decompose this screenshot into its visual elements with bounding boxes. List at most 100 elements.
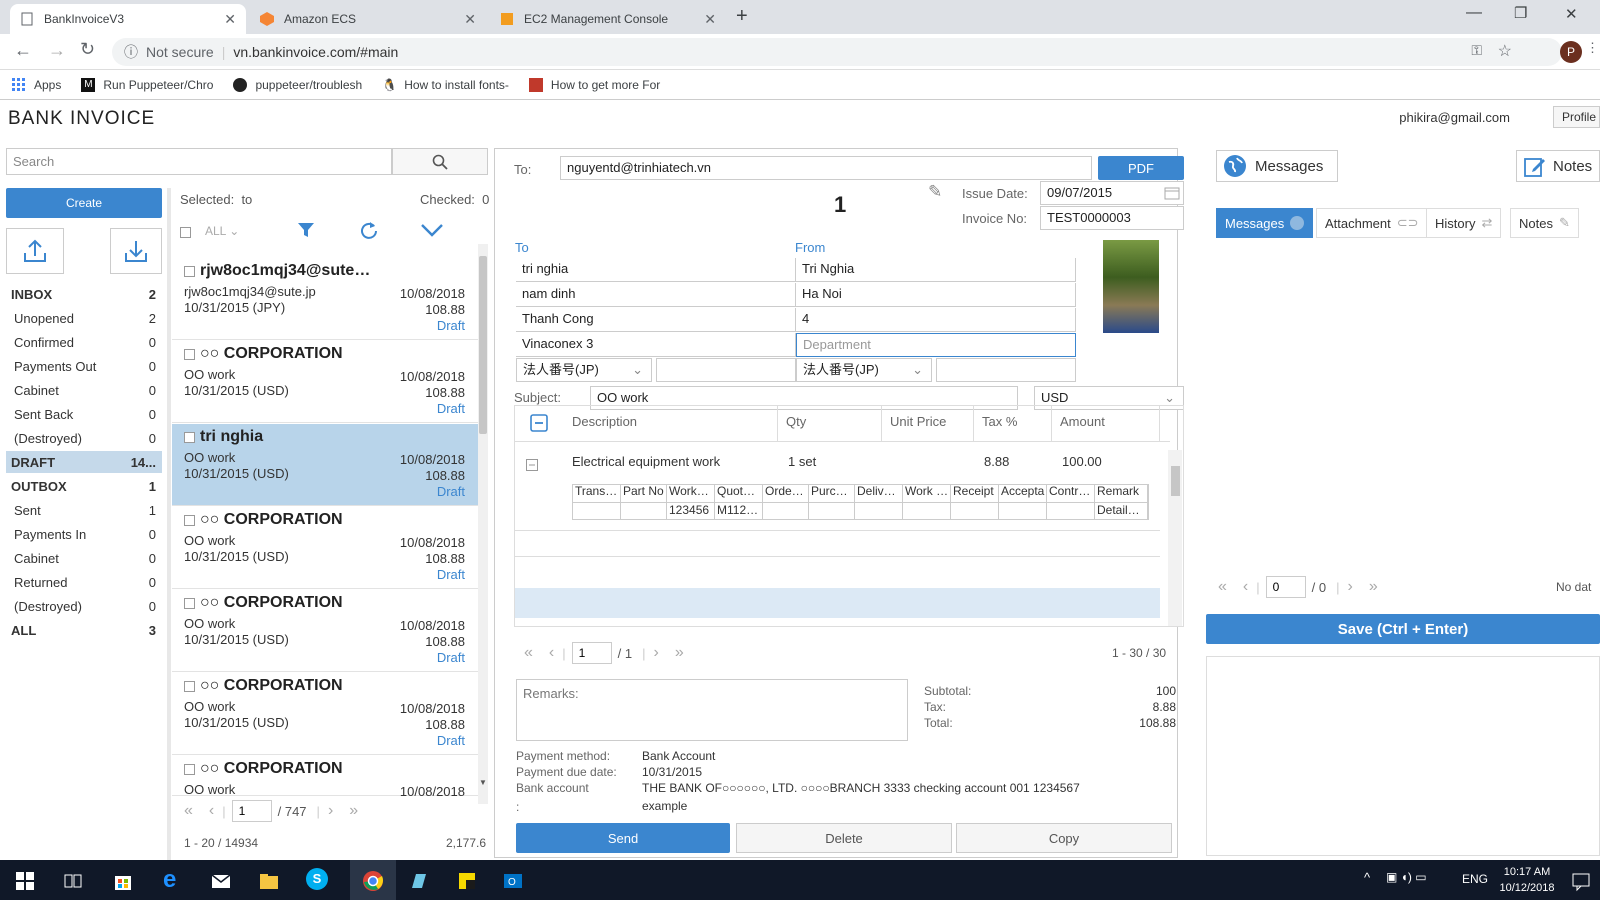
file-explorer-icon[interactable] [258,870,280,892]
skype-icon[interactable]: S [306,868,328,890]
window-close-icon[interactable]: ✕ [1565,5,1578,23]
line-tax[interactable]: 8.88 [984,454,1009,469]
from-department-field[interactable]: Department [796,333,1076,357]
tab-bankinvoice[interactable]: BankInvoiceV3 ✕ [10,4,246,34]
corporate-number-select[interactable]: 法人番号(JP) ⌄ [796,358,932,382]
detail-cell[interactable] [951,502,999,520]
from-address-line[interactable]: 4 [796,308,1076,332]
detail-column-header[interactable]: Orde… [763,484,809,502]
first-page-icon[interactable]: « [524,644,533,662]
from-address-line[interactable]: Tri Nghia [796,258,1076,282]
items-page-input[interactable] [571,642,612,664]
row-checkbox[interactable] [184,515,195,526]
tray-icons[interactable]: ▣ ◖) ▭ [1386,870,1427,884]
to-address-line[interactable]: Thanh Cong [516,308,796,332]
column-header-unit-price[interactable]: Unit Price [882,405,974,441]
folder-item[interactable]: DRAFT 14... [6,451,162,473]
prev-page-icon[interactable]: ‹ [1243,578,1248,596]
row-checkbox[interactable] [184,764,195,775]
invoice-list-item[interactable]: ○○ CORPORATION OO work 10/31/2015 (USD) 10/… [172,673,487,755]
last-page-icon[interactable]: » [1369,578,1378,596]
tab-notes[interactable]: Notes ✎ [1510,208,1579,238]
tab-history[interactable]: History ⇄ [1426,208,1502,238]
row-checkbox[interactable] [184,598,195,609]
last-page-icon[interactable]: » [349,802,358,820]
invoice-list-item[interactable]: rjw8oc1mqj34@sute… rjw8oc1mqj34@sute.jp 10… [172,258,487,340]
search-input[interactable]: Search [6,148,392,175]
notes-button[interactable]: Notes [1516,150,1600,182]
invoice-no-field[interactable]: TEST0000003 [1040,206,1184,230]
folder-item[interactable]: Payments Out 0 [6,355,162,377]
detail-column-header[interactable]: Trans… [573,484,621,502]
mail-icon[interactable] [210,870,232,892]
to-email-field[interactable]: nguyentd@trinhiatech.vn [560,156,1092,180]
message-compose-field[interactable] [1206,656,1600,856]
windows-start-icon[interactable] [14,870,36,892]
detail-cell[interactable] [573,502,621,520]
detail-column-header[interactable]: Quot… [715,484,763,502]
row-checkbox[interactable] [184,266,195,277]
column-header-tax[interactable]: Tax % [974,405,1052,441]
filter-icon[interactable] [297,221,315,239]
scroll-down-icon[interactable]: ▼ [479,778,487,787]
app-icon[interactable] [408,870,430,892]
profile-button[interactable]: Profile [1553,106,1600,128]
folder-item[interactable]: Unopened 2 [6,307,162,329]
invoice-list-item[interactable]: ○○ CORPORATION OO work 10/31/2015 (USD) 10/… [172,507,487,589]
create-button[interactable]: Create [6,188,162,218]
tab-attachment[interactable]: Attachment ⊂⊃ [1316,208,1428,238]
folder-item[interactable]: (Destroyed) 0 [6,427,162,449]
invoice-list-item[interactable]: ○○ CORPORATION OO work 10/08/2018 [172,756,487,799]
detail-cell[interactable] [903,502,951,520]
column-header-description[interactable]: Description [564,405,778,441]
detail-column-header[interactable]: Receipt [951,484,999,502]
delete-button[interactable]: Delete [736,823,952,853]
send-button[interactable]: Send [516,823,730,853]
system-clock[interactable]: 10:17 AM 10/12/2018 [1496,864,1558,896]
list-scroll-thumb[interactable] [479,256,487,434]
row-checkbox[interactable] [184,432,195,443]
remarks-field[interactable]: Remarks: [516,679,908,741]
panel-divider[interactable] [167,188,171,860]
save-button[interactable]: Save (Ctrl + Enter) [1206,614,1600,644]
menu-icon[interactable]: ⋮ [1586,40,1599,56]
detail-cell[interactable] [999,502,1047,520]
outlook-icon[interactable]: O [502,870,524,892]
bookmark-puppeteer[interactable]: M Run Puppeteer/Chro [81,77,213,92]
notification-icon[interactable] [1570,870,1592,892]
restore-icon[interactable]: ❐ [1514,4,1527,22]
download-button[interactable] [110,228,162,274]
first-page-icon[interactable]: « [184,802,193,820]
invoice-list-item[interactable]: tri nghia OO work 10/31/2015 (USD) 10/08/20… [172,424,487,506]
from-address-line[interactable]: Ha Noi [796,283,1076,307]
corporate-number-field[interactable] [656,358,796,382]
folder-item[interactable]: OUTBOX 1 [6,475,162,497]
empty-selected-row[interactable] [515,588,1160,618]
detail-column-header[interactable]: Accepta [999,484,1047,502]
last-page-icon[interactable]: » [675,644,684,662]
tab-amazon-ecs[interactable]: Amazon ECS ✕ [250,4,486,34]
detail-column-header[interactable]: Contr… [1047,484,1095,502]
line-description[interactable]: Electrical equipment work [572,454,720,469]
chevron-down-icon[interactable] [420,222,444,238]
bookmark-apps[interactable]: Apps [12,77,61,92]
sticky-notes-icon[interactable] [456,870,478,892]
detail-column-header[interactable]: Part No [621,484,667,502]
next-page-icon[interactable]: › [328,802,333,820]
url-field[interactable]: ⓘ Not secure | vn.bankinvoice.com/#main … [112,38,1562,66]
store-icon[interactable] [112,870,134,892]
messages-page-input[interactable] [1265,576,1306,598]
bookmark-more-fonts[interactable]: How to get more For [528,77,660,92]
select-all-checkbox[interactable] [180,227,191,238]
messages-button[interactable]: Messages [1216,150,1338,182]
task-view-icon[interactable] [62,870,84,892]
tray-expand-icon[interactable]: ^ [1364,870,1370,885]
line-items-scroll-thumb[interactable] [1171,466,1180,496]
reload-icon[interactable]: ↻ [80,39,95,60]
folder-item[interactable]: Confirmed 0 [6,331,162,353]
detail-column-header[interactable]: Work… [667,484,715,502]
row-collapse-icon[interactable] [526,459,538,471]
minimize-icon[interactable]: — [1466,4,1482,22]
star-icon[interactable]: ☆ [1498,41,1512,61]
detail-cell[interactable] [809,502,855,520]
